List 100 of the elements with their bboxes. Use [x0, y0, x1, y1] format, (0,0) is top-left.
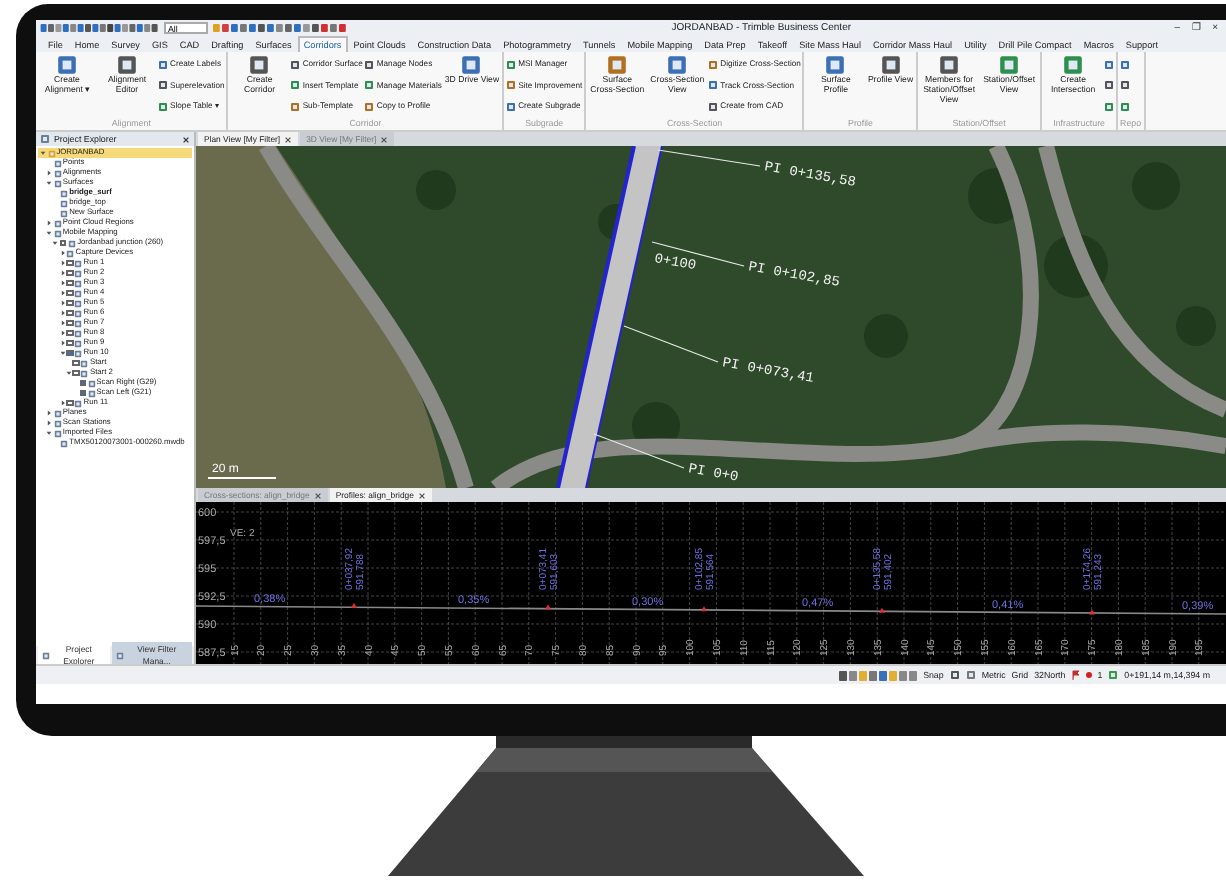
ribbon-icon-button[interactable]: [1120, 102, 1131, 113]
checkbox[interactable]: [72, 369, 80, 377]
tool-icon: [708, 80, 719, 91]
close-icon[interactable]: [417, 491, 426, 499]
checkbox[interactable]: [66, 259, 74, 267]
expand-icon[interactable]: [59, 290, 66, 296]
expand-icon[interactable]: [59, 270, 66, 276]
close-icon[interactable]: [313, 491, 322, 499]
collapse-icon[interactable]: [46, 430, 53, 436]
checkbox[interactable]: [79, 379, 86, 387]
expand-icon[interactable]: [59, 280, 66, 286]
tool-icon: [1120, 59, 1131, 70]
collapse-icon[interactable]: [40, 150, 46, 156]
vertex-marker: [701, 606, 707, 612]
expand-icon[interactable]: [46, 170, 53, 176]
collapse-icon[interactable]: [65, 370, 72, 376]
ribbon-icon-button[interactable]: [1120, 59, 1131, 70]
tool-icon: [364, 59, 375, 70]
expand-icon[interactable]: [59, 250, 66, 256]
toolbar-icons-drawing: [212, 22, 352, 34]
tool-icon: [1104, 102, 1115, 113]
tool-icon: [364, 102, 375, 113]
expand-icon[interactable]: [59, 400, 66, 406]
collapse-icon[interactable]: [46, 180, 53, 186]
expand-icon[interactable]: [59, 300, 66, 306]
close-icon[interactable]: [380, 135, 389, 143]
dot-icon: [1085, 672, 1092, 678]
checkbox[interactable]: [66, 299, 74, 307]
close-icon[interactable]: [182, 135, 190, 143]
tool-icon: [1120, 80, 1131, 91]
tool-icon: [1104, 59, 1115, 70]
tool-icon: [879, 54, 902, 76]
expand-icon[interactable]: [46, 410, 53, 416]
checkbox[interactable]: [66, 319, 74, 327]
node-icon: [74, 399, 83, 407]
tool-icon: [364, 80, 375, 91]
tool-icon: [248, 54, 271, 76]
tool-icon: [158, 59, 168, 70]
tool-icon: [606, 54, 629, 76]
collapse-icon[interactable]: [46, 230, 53, 236]
quick-access-icons-drawing: [40, 22, 160, 34]
tool-icon: [506, 59, 517, 70]
ribbon-icon-button[interactable]: [1104, 102, 1115, 113]
tool-icon: [708, 102, 719, 113]
checkbox[interactable]: [59, 239, 67, 247]
vertex-marker: [545, 604, 551, 610]
tool-icon: [290, 80, 301, 91]
expand-icon[interactable]: [59, 260, 66, 266]
leader-line: [623, 325, 719, 363]
checkbox[interactable]: [66, 339, 74, 347]
tool-icon: [56, 54, 78, 76]
checkbox[interactable]: [72, 359, 80, 367]
leader-line: [651, 241, 745, 267]
checkbox[interactable]: [79, 389, 86, 397]
ribbon-icon-button[interactable]: [1104, 59, 1115, 70]
tool-icon: [1108, 670, 1119, 680]
checkbox[interactable]: [66, 329, 74, 337]
tool-icon: [158, 102, 168, 113]
expand-icon[interactable]: [59, 340, 66, 346]
scale-bar: [207, 477, 277, 479]
checkbox[interactable]: [66, 399, 74, 407]
panel-icon: [42, 651, 50, 659]
vertex-marker: [351, 603, 357, 608]
close-icon[interactable]: [284, 135, 293, 143]
checkbox[interactable]: [66, 309, 74, 317]
vertex-marker: [1089, 609, 1095, 615]
checkbox[interactable]: [66, 349, 74, 357]
vertex-marker: [879, 607, 885, 613]
ribbon-icon-button[interactable]: [1104, 80, 1115, 91]
tool-icon: [708, 59, 719, 70]
expand-icon[interactable]: [59, 320, 66, 326]
expand-icon[interactable]: [46, 220, 53, 226]
leader-line: [593, 433, 685, 469]
tool-icon: [949, 670, 960, 680]
tool-icon: [998, 54, 1021, 76]
status-icons-drawing: [837, 669, 918, 681]
checkbox[interactable]: [66, 279, 74, 287]
tool-icon: [290, 102, 301, 113]
tool-icon: [460, 54, 483, 76]
tool-icon: [1120, 102, 1131, 113]
tool-icon: [938, 54, 961, 76]
expand-icon[interactable]: [59, 330, 66, 336]
flag-icon: [1071, 670, 1080, 680]
collapse-icon[interactable]: [59, 350, 66, 356]
expand-icon[interactable]: [59, 310, 66, 316]
checkbox[interactable]: [66, 289, 74, 297]
tool-icon: [1104, 80, 1115, 91]
panel-icon: [115, 651, 124, 659]
leader-line: [657, 149, 761, 167]
tool-icon: [290, 59, 301, 70]
tool-icon: [116, 54, 138, 76]
collapse-icon[interactable]: [52, 240, 59, 246]
ribbon-icon-button[interactable]: [1120, 80, 1131, 91]
tool-icon: [158, 80, 168, 91]
tool-icon: [666, 54, 689, 76]
tool-icon: [1062, 54, 1085, 76]
tool-icon: [824, 54, 847, 76]
checkbox[interactable]: [66, 269, 74, 277]
tool-icon: [506, 80, 517, 91]
expand-icon[interactable]: [46, 420, 53, 426]
